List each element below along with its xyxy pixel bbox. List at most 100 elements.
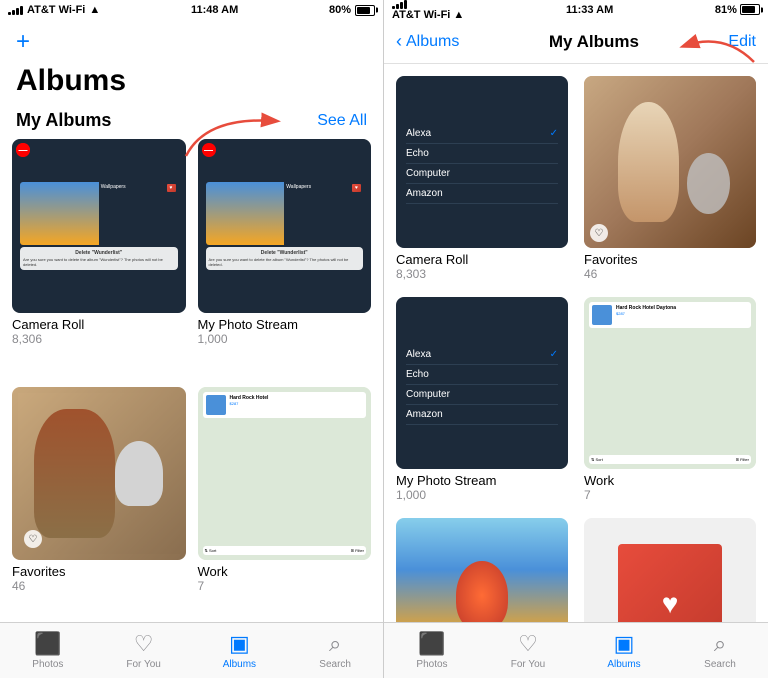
mini-grid-top-2: Wallpapers ♥ — [206, 182, 364, 245]
delete-dialog-body: Are you sure you want to delete the albu… — [23, 257, 175, 267]
album-thumb-camera-roll: — Wallpapers ♥ Delete "Wunderlist" Are y… — [12, 139, 186, 313]
left-panel: AT&T Wi-Fi ▲ 11:48 AM 80% + Albums My Al… — [0, 0, 384, 678]
mini-cell-dark: Wallpapers ♥ — [99, 182, 178, 245]
work-hotel-card: Hard Rock Hotel Daytona $287 — [589, 302, 751, 328]
work-hotel-name: Hard Rock Hotel Daytona — [616, 305, 676, 311]
hotel-card: Hard Rock Hotel $287 — [203, 392, 367, 418]
album-thumb-favorites: ♡ — [12, 387, 186, 561]
right-album-camera-roll[interactable]: Alexa ✓ Echo Computer Amazon Camera Roll… — [396, 76, 568, 281]
wunderlist-mini: ♥ — [167, 184, 176, 192]
menu-alexa: Alexa ✓ — [406, 124, 558, 144]
right-panel: AT&T Wi-Fi ▲ 11:33 AM 81% ‹ Albums My Al… — [384, 0, 768, 678]
right-album-favorites[interactable]: ♡ Favorites 46 — [584, 76, 756, 281]
menu-echo: Echo — [406, 144, 558, 164]
nav-for-you-left[interactable]: ♡ For You — [96, 631, 192, 670]
chevron-left-icon: ‹ — [396, 31, 402, 52]
album-name-camera-roll: Camera Roll — [12, 317, 186, 332]
album-item-favorites[interactable]: ♡ Favorites 46 — [12, 387, 186, 623]
right-album-count-photo-stream: 1,000 — [396, 488, 568, 502]
hotel-name: Hard Rock Hotel — [230, 395, 269, 401]
left-time: 11:48 AM — [191, 4, 238, 16]
right-album-wunderlist[interactable]: ♥ Wunderlist — [584, 518, 756, 622]
favorites-visual: ♡ — [18, 393, 180, 555]
left-page-title: Albums — [0, 60, 383, 106]
right-page-title: My Albums — [549, 32, 639, 52]
search-icon-right: ⌕ — [714, 631, 726, 657]
left-bottom-nav: ⬛ Photos ♡ For You ▣ Albums ⌕ Search — [0, 622, 383, 678]
camera-roll-visual: — Wallpapers ♥ Delete "Wunderlist" Are y… — [12, 139, 186, 313]
add-album-button[interactable]: + — [16, 28, 30, 56]
stream-label-amazon: Amazon — [406, 409, 443, 420]
right-album-photo-stream[interactable]: Alexa ✓ Echo Computer Amazon My Photo St… — [396, 297, 568, 502]
mini-dark-2: Wallpapers ♥ — [284, 182, 363, 245]
work-hotel-img — [592, 305, 612, 325]
right-albums-grid: Alexa ✓ Echo Computer Amazon Camera Roll… — [384, 64, 768, 622]
right-album-count-favorites: 46 — [584, 267, 756, 281]
album-count-photo-stream: 1,000 — [198, 332, 372, 346]
back-button[interactable]: ‹ Albums — [396, 31, 459, 52]
wifi-icon: ▲ — [89, 4, 100, 16]
album-item-photo-stream[interactable]: Wallpapers ♥ Delete "Wunderlist" Are you… — [198, 139, 372, 375]
red-badge-2: — — [202, 143, 216, 157]
right-album-name-photo-stream: My Photo Stream — [396, 473, 568, 488]
battery-icon-right — [740, 4, 760, 15]
album-item-work[interactable]: Hard Rock Hotel $287 ⇅ Sort ⊞ Filter Wor… — [198, 387, 372, 623]
sort-filter-bar: ⇅ Sort ⊞ Filter — [203, 546, 367, 555]
nav-albums-right[interactable]: ▣ Albums — [576, 631, 672, 670]
album-count-favorites: 46 — [12, 579, 186, 593]
menu-item-label-echo: Echo — [406, 148, 429, 159]
stream-menu-alexa: Alexa ✓ — [406, 345, 558, 365]
right-thumb-photo-stream: Alexa ✓ Echo Computer Amazon — [396, 297, 568, 469]
menu-item-label-computer: Computer — [406, 168, 450, 179]
right-album-work[interactable]: Hard Rock Hotel Daytona $287 ⇅ Sort ⊞ Fi… — [584, 297, 756, 502]
work-hotel-info: Hard Rock Hotel Daytona $287 — [616, 305, 676, 325]
work-map-visual: Hard Rock Hotel Daytona $287 ⇅ Sort ⊞ Fi… — [584, 297, 756, 469]
delete-dialog-2: Delete "Wunderlist" Are you sure you wan… — [206, 247, 364, 270]
hotel-info: Hard Rock Hotel $287 — [230, 395, 269, 415]
nav-label-photos-left: Photos — [32, 659, 63, 670]
album-item-camera-roll[interactable]: — Wallpapers ♥ Delete "Wunderlist" Are y… — [12, 139, 186, 375]
work-filter: ⊞ Filter — [736, 457, 749, 462]
mini-balloon-2 — [206, 182, 285, 245]
edit-button[interactable]: Edit — [728, 33, 756, 51]
nav-label-search-left: Search — [319, 659, 351, 670]
left-battery: 80% — [329, 4, 375, 16]
work-sort: ⇅ Sort — [591, 457, 603, 462]
album-count-work: 7 — [198, 579, 372, 593]
nav-for-you-right[interactable]: ♡ For You — [480, 631, 576, 670]
album-thumb-work: Hard Rock Hotel $287 ⇅ Sort ⊞ Filter — [198, 387, 372, 561]
checkmark-alexa: ✓ — [550, 128, 558, 139]
sort-label: ⇅ Sort — [205, 548, 217, 553]
album-name-favorites: Favorites — [12, 564, 186, 579]
album-name-photo-stream: My Photo Stream — [198, 317, 372, 332]
nav-photos-left[interactable]: ⬛ Photos — [0, 631, 96, 670]
left-albums-grid: — Wallpapers ♥ Delete "Wunderlist" Are y… — [0, 139, 383, 622]
right-time: 11:33 AM — [566, 4, 613, 16]
right-thumb-wallpapers — [396, 518, 568, 622]
signal-icon — [8, 6, 23, 15]
hotel-img — [206, 395, 226, 415]
battery-icon-left — [355, 5, 375, 16]
cat-body — [687, 153, 730, 213]
red-badge-1: — — [16, 143, 30, 157]
mini-cell-balloon — [20, 182, 99, 245]
filter-label: ⊞ Filter — [351, 548, 364, 553]
delete-dialog-title-2: Delete "Wunderlist" — [209, 250, 361, 256]
person-body — [618, 102, 678, 222]
nav-albums-left[interactable]: ▣ Albums — [192, 631, 288, 670]
photo-stream-visual: Wallpapers ♥ Delete "Wunderlist" Are you… — [198, 139, 372, 313]
battery-percent-left: 80% — [329, 4, 351, 16]
right-carrier: AT&T Wi-Fi ▲ — [392, 0, 464, 21]
battery-percent-right: 81% — [715, 4, 737, 16]
nav-search-right[interactable]: ⌕ Search — [672, 631, 768, 670]
right-album-wallpapers[interactable]: Wallpapers — [396, 518, 568, 622]
right-nav-bar: ‹ Albums My Albums Edit — [384, 20, 768, 64]
mini-heart-2: ♥ — [352, 184, 361, 192]
stream-menu-computer: Computer — [406, 385, 558, 405]
nav-search-left[interactable]: ⌕ Search — [287, 631, 383, 670]
see-all-button[interactable]: See All — [317, 112, 367, 130]
albums-icon-right: ▣ — [614, 631, 635, 657]
nav-photos-right[interactable]: ⬛ Photos — [384, 631, 480, 670]
nav-label-for-you-right: For You — [511, 659, 545, 670]
my-albums-section-header: My Albums See All — [0, 106, 383, 139]
